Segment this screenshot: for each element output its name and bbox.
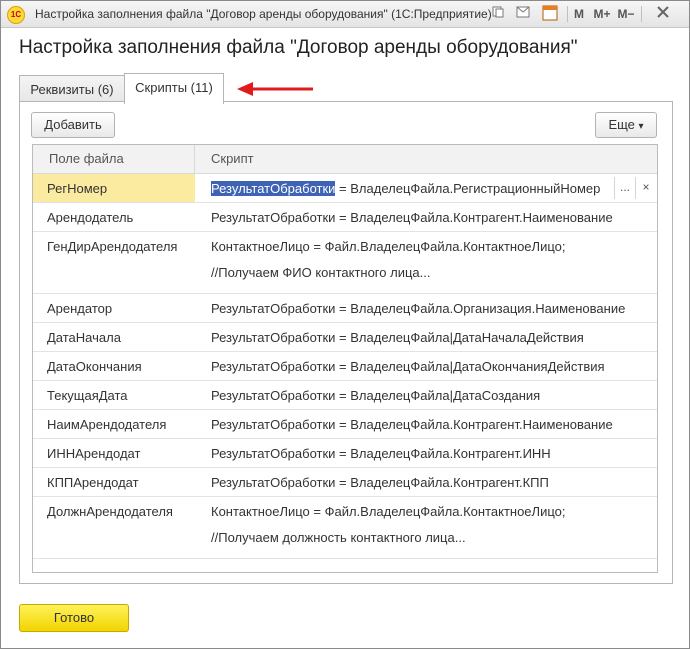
table-row[interactable]: Арендатор РезультатОбработки = ВладелецФ… — [33, 294, 657, 323]
script-cell: КонтактноеЛицо = Файл.ВладелецФайла.Конт… — [211, 239, 566, 254]
script-cell[interactable]: РезультатОбработки = ВладелецФайла.Регис… — [211, 181, 600, 196]
memory-minus-button[interactable]: M− — [615, 5, 637, 23]
add-button[interactable]: Добавить — [31, 112, 115, 138]
field-cell: ДолжнАрендодателя — [47, 504, 173, 519]
field-cell: ГенДирАрендодателя — [47, 239, 178, 254]
script-cell: РезультатОбработки = ВладелецФайла.Контр… — [211, 475, 549, 490]
table-row[interactable]: ДолжнАрендодателя КонтактноеЛицо = Файл.… — [33, 497, 657, 559]
column-divider — [194, 145, 195, 173]
table-row[interactable]: ИННАрендодат РезультатОбработки = Владел… — [33, 439, 657, 468]
table-row[interactable]: ДатаНачала РезультатОбработки = Владелец… — [33, 323, 657, 352]
more-button[interactable]: Еще ▾ — [595, 112, 657, 138]
field-cell: Арендатор — [47, 301, 113, 316]
close-window-icon[interactable] — [647, 5, 679, 23]
script-text: = ВладелецФайла.РегистрационныйНомер — [335, 181, 601, 196]
red-arrow-icon — [237, 82, 313, 96]
table-row[interactable]: ТекущаяДата РезультатОбработки = Владеле… — [33, 381, 657, 410]
envelope-icon[interactable] — [514, 5, 532, 23]
field-cell: Арендодатель — [47, 210, 134, 225]
memory-button[interactable]: M — [571, 5, 587, 23]
field-cell: ИННАрендодат — [47, 446, 141, 461]
script-cell: РезультатОбработки = ВладелецФайла|ДатаН… — [211, 330, 584, 345]
toolbar-separator — [641, 6, 642, 22]
select-value-button[interactable]: ... — [614, 177, 635, 199]
copy-link-icon[interactable] — [489, 5, 507, 23]
calendar-icon[interactable] — [541, 5, 559, 23]
done-button[interactable]: Готово — [19, 604, 129, 632]
table-row[interactable]: НаимАрендодателя РезультатОбработки = Вл… — [33, 410, 657, 439]
more-button-label: Еще — [608, 117, 635, 132]
script-cell: РезультатОбработки = ВладелецФайла.Контр… — [211, 446, 551, 461]
script-cell: РезультатОбработки = ВладелецФайла|ДатаС… — [211, 388, 541, 403]
clear-value-button[interactable]: × — [635, 177, 656, 199]
table-row[interactable]: ДатаОкончания РезультатОбработки = Владе… — [33, 352, 657, 381]
window-title: Настройка заполнения файла "Договор арен… — [35, 7, 492, 21]
field-cell: ДатаОкончания — [47, 359, 142, 374]
script-cell: РезультатОбработки = ВладелецФайла.Контр… — [211, 210, 613, 225]
column-header-field[interactable]: Поле файла — [49, 145, 124, 173]
script-cell: РезультатОбработки = ВладелецФайла.Контр… — [211, 417, 613, 432]
app-logo-icon[interactable]: 1С — [7, 6, 25, 24]
script-cell-line2: //Получаем ФИО контактного лица... — [211, 265, 431, 280]
toolbar-separator — [567, 6, 568, 22]
scripts-table[interactable]: Поле файла Скрипт РегНомер РезультатОбра… — [32, 144, 658, 573]
chevron-down-icon: ▾ — [638, 121, 644, 132]
field-cell: КППАрендодат — [47, 475, 139, 490]
script-cell: РезультатОбработки = ВладелецФайла.Орган… — [211, 301, 626, 316]
title-bar: 1С Настройка заполнения файла "Договор а… — [1, 1, 689, 28]
script-cell: РезультатОбработки = ВладелецФайла|ДатаО… — [211, 359, 605, 374]
memory-plus-button[interactable]: M+ — [591, 5, 613, 23]
tab-scripts[interactable]: Скрипты (11) — [124, 73, 224, 104]
table-header: Поле файла Скрипт — [33, 145, 657, 174]
tab-requisites[interactable]: Реквизиты (6) — [19, 75, 125, 104]
field-cell: НаимАрендодателя — [47, 417, 167, 432]
app-window: 1С Настройка заполнения файла "Договор а… — [0, 0, 690, 649]
script-cell: КонтактноеЛицо = Файл.ВладелецФайла.Конт… — [211, 504, 566, 519]
table-row[interactable]: ГенДирАрендодателя КонтактноеЛицо = Файл… — [33, 232, 657, 294]
selected-text: РезультатОбработки — [211, 181, 336, 196]
script-cell-line2: //Получаем должность контактного лица... — [211, 530, 466, 545]
table-row[interactable]: Арендодатель РезультатОбработки = Владел… — [33, 203, 657, 232]
field-cell: ДатаНачала — [47, 330, 121, 345]
table-row[interactable]: РегНомер РезультатОбработки = ВладелецФа… — [33, 174, 657, 203]
field-cell: ТекущаяДата — [47, 388, 128, 403]
column-header-script[interactable]: Скрипт — [211, 145, 254, 173]
page-title: Настройка заполнения файла "Договор арен… — [19, 37, 578, 58]
table-row[interactable]: КППАрендодат РезультатОбработки = Владел… — [33, 468, 657, 497]
field-cell: РегНомер — [47, 181, 108, 196]
scripts-panel: Добавить Еще ▾ Поле файла Скрипт РегНоме… — [19, 101, 673, 584]
